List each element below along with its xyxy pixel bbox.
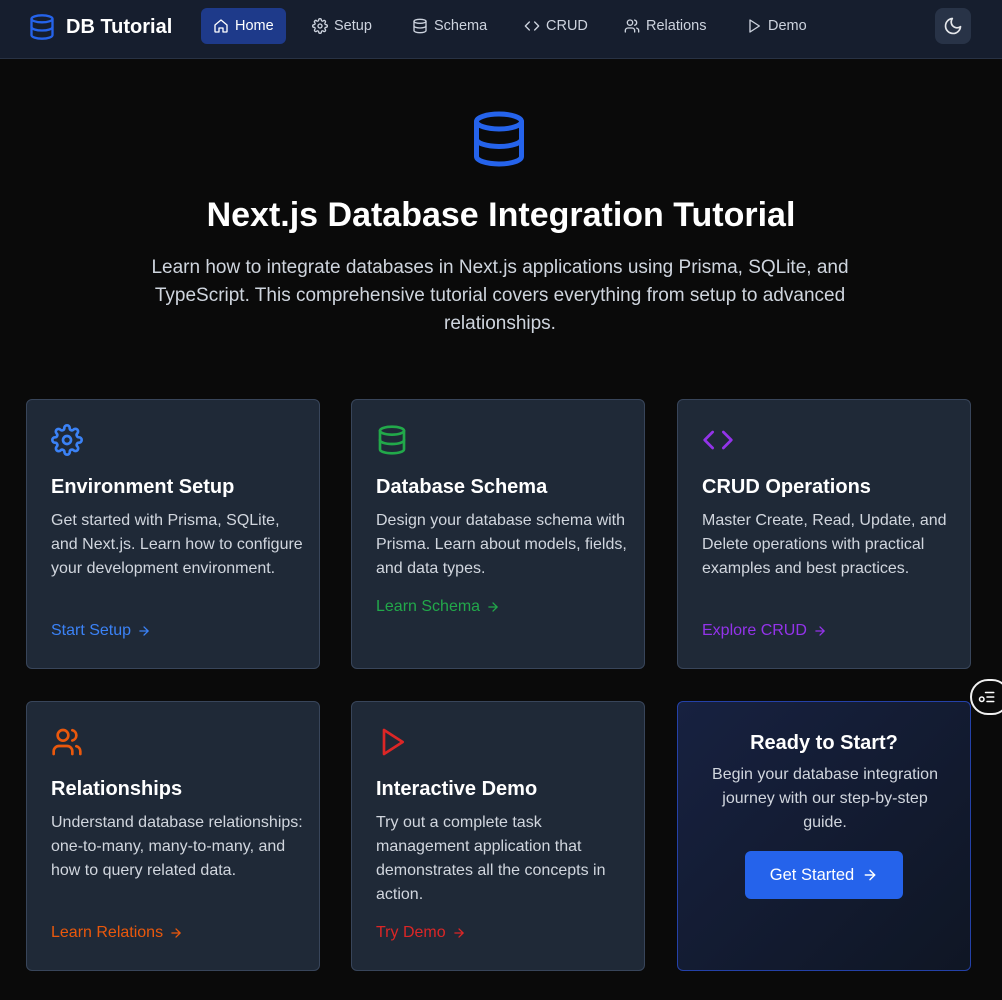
nav-label: Demo [768,18,807,34]
gear-icon [51,424,83,456]
floating-widget-button[interactable] [970,679,1002,715]
cta-description: Begin your database integration journey … [712,766,938,831]
explore-crud-link[interactable]: Explore CRUD [702,622,827,640]
button-label: Get Started [769,865,855,884]
arrow-right-icon [453,928,464,938]
get-started-button[interactable]: Get Started [745,851,903,899]
link-label: Start Setup [51,622,132,639]
card-relationships: Relationships Understand database relati… [26,701,320,971]
database-icon [30,14,54,40]
link-label: Explore CRUD [702,622,807,639]
card-interactive-demo: Interactive Demo Try out a complete task… [351,701,645,971]
arrow-right-icon [488,602,498,612]
nav-home[interactable]: Home [201,8,286,44]
card-environment-setup: Environment Setup Get started with Prism… [26,399,320,669]
learn-schema-link[interactable]: Learn Schema [376,598,500,616]
brand[interactable]: DB Tutorial [28,11,172,43]
link-label: Learn Relations [51,924,164,941]
card-database-schema: Database Schema Design your database sch… [351,399,645,669]
nav-schema[interactable]: Schema [400,8,499,44]
arrow-right-icon [864,869,876,881]
try-demo-link[interactable]: Try Demo [376,924,466,942]
page-title: Next.js Database Integration Tutorial [206,196,796,234]
cta-title: Ready to Start? [750,732,898,754]
play-icon [749,19,760,33]
users-icon [624,19,640,33]
database-icon [378,425,406,455]
database-icon [474,111,524,167]
gear-icon [312,18,328,34]
card-title: Environment Setup [51,476,235,498]
nav-demo[interactable]: Demo [734,8,819,44]
link-label: Learn Schema [376,598,481,615]
nav-label: CRUD [546,18,588,34]
database-icon [413,18,427,34]
play-icon [382,728,404,756]
theme-toggle-button[interactable] [935,8,971,44]
users-icon [52,728,82,756]
card-description: Get started with Prisma, SQLite, and Nex… [51,512,303,577]
code-icon [524,21,540,31]
card-description: Try out a complete task management appli… [376,814,606,903]
arrow-right-icon [139,626,149,636]
nav-relations[interactable]: Relations [612,8,718,44]
code-icon [703,430,733,450]
card-crud-operations: CRUD Operations Master Create, Read, Upd… [677,399,971,669]
list-settings-icon [978,691,995,703]
arrow-right-icon [815,626,825,636]
card-title: Database Schema [376,476,548,498]
page-subtitle: Learn how to integrate databases in Next… [151,257,849,334]
top-navbar: DB Tutorial Home Setup Schema CRUD Relat… [0,0,1002,59]
nav-label: Setup [334,18,372,34]
nav-label: Home [235,18,274,34]
card-description: Master Create, Read, Update, and Delete … [702,512,947,577]
brand-name: DB Tutorial [66,15,173,38]
cta-card: Ready to Start? Begin your database inte… [677,701,971,971]
link-label: Try Demo [376,924,446,941]
card-description: Design your database schema with Prisma.… [376,512,627,577]
nav-label: Relations [646,18,707,34]
start-setup-link[interactable]: Start Setup [51,622,151,640]
learn-relations-link[interactable]: Learn Relations [51,924,183,942]
nav-crud[interactable]: CRUD [512,8,600,44]
nav-setup[interactable]: Setup [300,8,384,44]
arrow-right-icon [171,928,181,938]
card-title: CRUD Operations [702,476,871,498]
card-title: Interactive Demo [376,778,538,800]
moon-icon [944,17,962,35]
nav-label: Schema [434,18,488,34]
card-title: Relationships [51,778,183,800]
home-icon [214,19,228,33]
card-description: Understand database relationships: one-t… [51,814,303,879]
